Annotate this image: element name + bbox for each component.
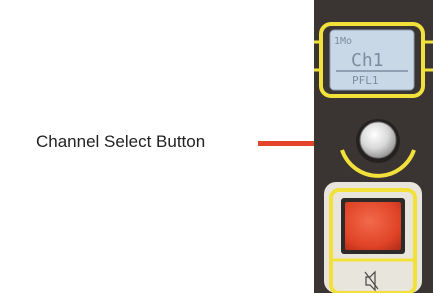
on-button[interactable] [345, 202, 401, 250]
lcd-channel-text: Ch1 [351, 50, 384, 71]
callout-label: Channel Select Button [36, 132, 206, 151]
channel-strip-panel: 1Mo Ch1 PFL1 [314, 0, 433, 293]
screenshot-stage: Channel Select Button 1Mo Ch1 PFL1 [0, 0, 433, 293]
channel-select-button[interactable] [359, 121, 397, 159]
lcd-pfl-text: PFL1 [352, 74, 379, 87]
channel-strip-graphic: 1Mo Ch1 PFL1 [314, 0, 433, 293]
lcd-mode-text: 1Mo [334, 36, 352, 47]
